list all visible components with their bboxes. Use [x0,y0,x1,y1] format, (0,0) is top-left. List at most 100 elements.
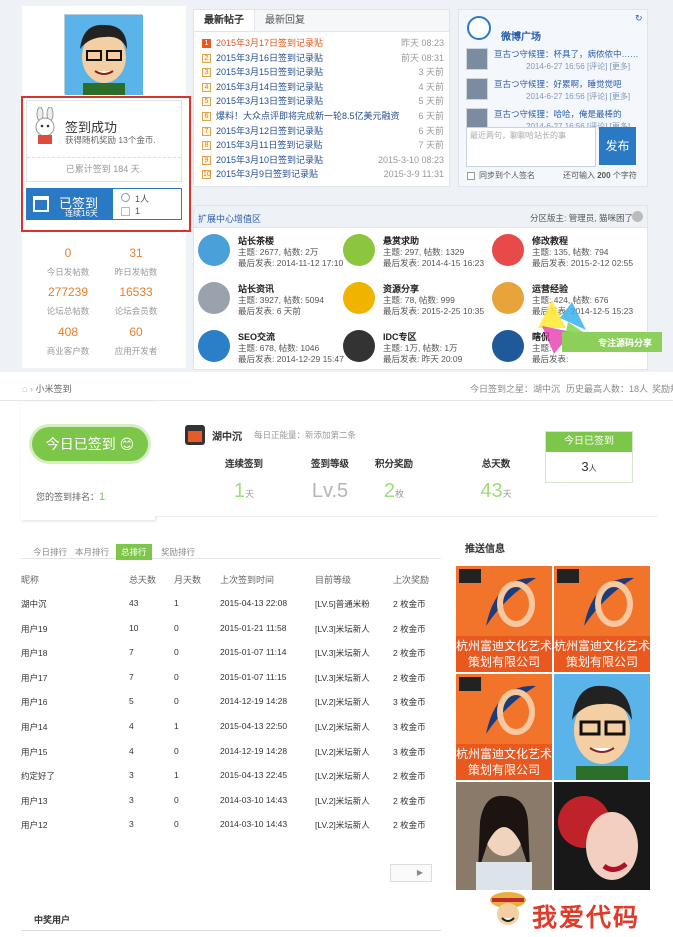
user-avatar[interactable] [64,14,143,95]
ad-tile-1[interactable]: 杭州富迪文化艺术策划有限公司 [456,566,552,672]
post-rank-badge: 8 [202,141,211,151]
post-title[interactable]: 2015年3月9日签到记录贴 [216,169,318,179]
winners-title: 中奖用户 [34,915,71,925]
table-cell[interactable]: 用户12 [21,819,47,831]
weibo-meta[interactable]: 2014-6-27 16:56 [评论] [更多] [526,91,630,102]
tab-latest-replies[interactable]: 最新回复 [255,10,315,31]
ad-tile-2[interactable]: 杭州富迪文化艺术策划有限公司 [554,566,650,672]
post-item[interactable]: 2 2015年3月16日签到记录贴 前天 08:31 [194,51,449,66]
table-row: 用户19 10 0 2015-01-21 11:58 [LV.3]米坛新人 2 枚金币 [21,623,441,647]
table-cell: 7 [129,671,134,682]
forum-item[interactable]: 资源分享 主题: 78, 帖数: 999 最后发表: 2015-2-25 10:35 [343,282,493,320]
table-row: 用户13 3 0 2014-03-10 14:43 [LV.2]米坛新人 2 枚金币 [21,795,441,819]
post-title[interactable]: 2015年3月13日签到记录贴 [216,96,323,106]
table-cell[interactable]: 用户17 [21,672,47,684]
forum-home-section: 签到成功 获得随机奖励 13个金币. 已累计签到 184 天. 已签到 连续16… [0,0,673,372]
avatar-cartoon[interactable] [554,674,650,780]
weibo-text[interactable]: 亘古つ守候狸：哈哈，俺是最棒的 [494,108,622,120]
ext-title: 扩展中心增值区 [198,214,262,224]
table-cell: 1 [174,770,179,781]
table-cell: 7 [129,647,134,658]
stat-members: 16533 论坛会员数 [114,285,158,316]
post-rank-badge: 3 [202,68,211,78]
signin-stat-label: 总天数 [481,459,511,470]
table-cell[interactable]: 用户18 [21,647,47,659]
avatar-portrait-1[interactable] [456,782,552,890]
forum-item[interactable]: 站长茶楼 主题: 2677, 帖数: 2万 最后发表: 2014-11-12 17:… [198,234,348,272]
table-cell[interactable]: 用户13 [21,795,47,807]
stat-total-posts: 277239 论坛总帖数 [46,285,90,316]
today-signed-button[interactable]: 今日已签到 😊 [32,427,148,461]
post-item[interactable]: 5 2015年3月13日签到记录贴 5 天前 [194,94,449,109]
post-title[interactable]: 2015年3月16日签到记录贴 [216,53,323,63]
table-cell: 1 [174,598,179,608]
ad-tile-3[interactable]: 杭州富迪文化艺术策划有限公司 [456,674,552,780]
post-title[interactable]: 2015年3月14日签到记录贴 [216,82,323,92]
signed-button[interactable]: 已签到 连续16天 1人 1 [26,188,182,220]
weibo-publish-button[interactable]: 发布 [599,127,636,165]
post-item[interactable]: 9 2015年3月10日签到记录贴 2015-3-10 08:23 [194,153,449,168]
post-item[interactable]: 10 2015年3月9日签到记录贴 2015-3-9 11:31 [194,167,449,182]
table-cell: 2 枚金币 [393,771,426,782]
post-item[interactable]: 3 2015年3月15日签到记录贴 3 天前 [194,65,449,80]
post-title[interactable]: 2015年3月17日签到记录贴 [216,38,323,48]
post-title[interactable]: 2015年3月10日签到记录贴 [216,155,323,165]
post-item[interactable]: 4 2015年3月14日签到记录贴 4 天前 [194,80,449,95]
tab-latest-posts[interactable]: 最新帖子 [194,10,255,31]
stat-business: 408 商业客户数 [46,325,90,356]
tab-reward-rank[interactable]: 奖励排行 [161,546,195,558]
forum-item[interactable]: 修改教程 主题: 135, 帖数: 794 最后发表: 2015-2-12 02:5… [492,234,642,272]
signin-stat-value: 43天 [480,480,512,502]
breadcrumb-current[interactable]: 小米签到 [35,384,71,394]
tab-today-rank[interactable]: 今日排行 [33,546,67,558]
table-cell: 2 枚金币 [393,623,426,634]
weibo-avatar[interactable] [466,78,488,100]
signin-stat-value: 2枚 [383,480,405,502]
post-item[interactable]: 7 2015年3月12日签到记录贴 6 天前 [194,124,449,139]
tab-total-rank[interactable]: 总排行 [116,544,152,560]
home-icon[interactable]: ⌂ [22,384,27,394]
forum-item[interactable]: SEO交流 主题: 678, 帖数: 1046 最后发表: 2014-12-29 1… [198,330,348,368]
table-cell[interactable]: 约定好了 [21,770,55,782]
pager-next-button[interactable]: ▶ [390,864,432,882]
collapse-icon[interactable] [632,211,643,222]
table-cell[interactable]: 用户15 [21,746,47,758]
weibo-item: 亘古つ守候狸：杯具了，病侬侬中…… 2014-6-27 16:56 [评论] [更… [466,48,641,78]
table-cell: 2 枚金币 [393,599,426,609]
signin-page: ⌂ › 小米签到 今日签到之星：湖中沉 历史最高人数：18人 奖励规则 今日已签… [0,372,673,937]
weibo-refresh-icon[interactable]: ↻ [635,13,643,24]
forum-item[interactable]: 悬赏求助 主题: 297, 帖数: 1329 最后发表: 2014-4-15 16:… [343,234,493,272]
my-rank: 您的签到排名：1 [36,491,106,503]
forum-item[interactable]: IDC专区 主题: 1万, 帖数: 1万 最后发表: 昨天 20:09 [343,330,493,368]
post-item[interactable]: 1 2015年3月17日签到记录贴 昨天 08:23 [194,36,449,51]
post-title[interactable]: 爆料！大众点评即将完成新一轮8.5亿美元融资 [216,111,400,121]
table-row: 用户18 7 0 2015-01-07 11:14 [LV.3]米坛新人 2 枚金币 [21,647,441,671]
table-cell: 5 [129,696,134,707]
post-item[interactable]: 6 爆料！大众点评即将完成新一轮8.5亿美元融资 6 天前 [194,109,449,124]
table-cell[interactable]: 用户14 [21,721,47,733]
weibo-text[interactable]: 亘古つ守候狸：好累啊，睡觉觉吧 [494,78,622,90]
tab-month-rank[interactable]: 本月排行 [75,546,109,558]
table-cell[interactable]: 用户19 [21,623,47,635]
sync-signature-checkbox[interactable] [467,172,475,180]
reward-rules-link[interactable]: 奖励规则 [652,382,673,395]
forum-last: 最后发表: 2014-12-29 15:47 [238,354,344,364]
table-cell[interactable]: 用户16 [21,696,47,708]
stat-developers: 60 应用开发者 [114,325,158,356]
post-title[interactable]: 2015年3月11日签到记录贴 [216,140,322,150]
signin-username[interactable]: 湖中沉 [212,428,242,443]
post-title[interactable]: 2015年3月15日签到记录贴 [216,67,323,77]
signin-popup: 签到成功 获得随机奖励 13个金币. 已累计签到 184 天. [26,100,182,182]
post-title[interactable]: 2015年3月12日签到记录贴 [216,126,323,136]
forum-item[interactable]: 站长资讯 主题: 3927, 帖数: 5094 最后发表: 6 天前 [198,282,348,320]
weibo-textarea[interactable]: 最近两句，聊聊哈站长的事 [466,127,596,167]
post-item[interactable]: 8 2015年3月11日签到记录贴 7 天前 [194,138,449,153]
signin-stat-label: 签到等级 [310,459,349,470]
weibo-meta[interactable]: 2014-6-27 16:56 [评论] [更多] [526,61,630,72]
col-last-time: 上次签到时间 [220,575,275,585]
weibo-text[interactable]: 亘古つ守候狸：杯具了，病侬侬中…… [494,48,639,60]
table-cell: 2 枚金币 [393,795,426,806]
weibo-avatar[interactable] [466,48,488,70]
table-cell[interactable]: 湖中沉 [21,598,47,610]
avatar-portrait-2[interactable] [554,782,650,890]
